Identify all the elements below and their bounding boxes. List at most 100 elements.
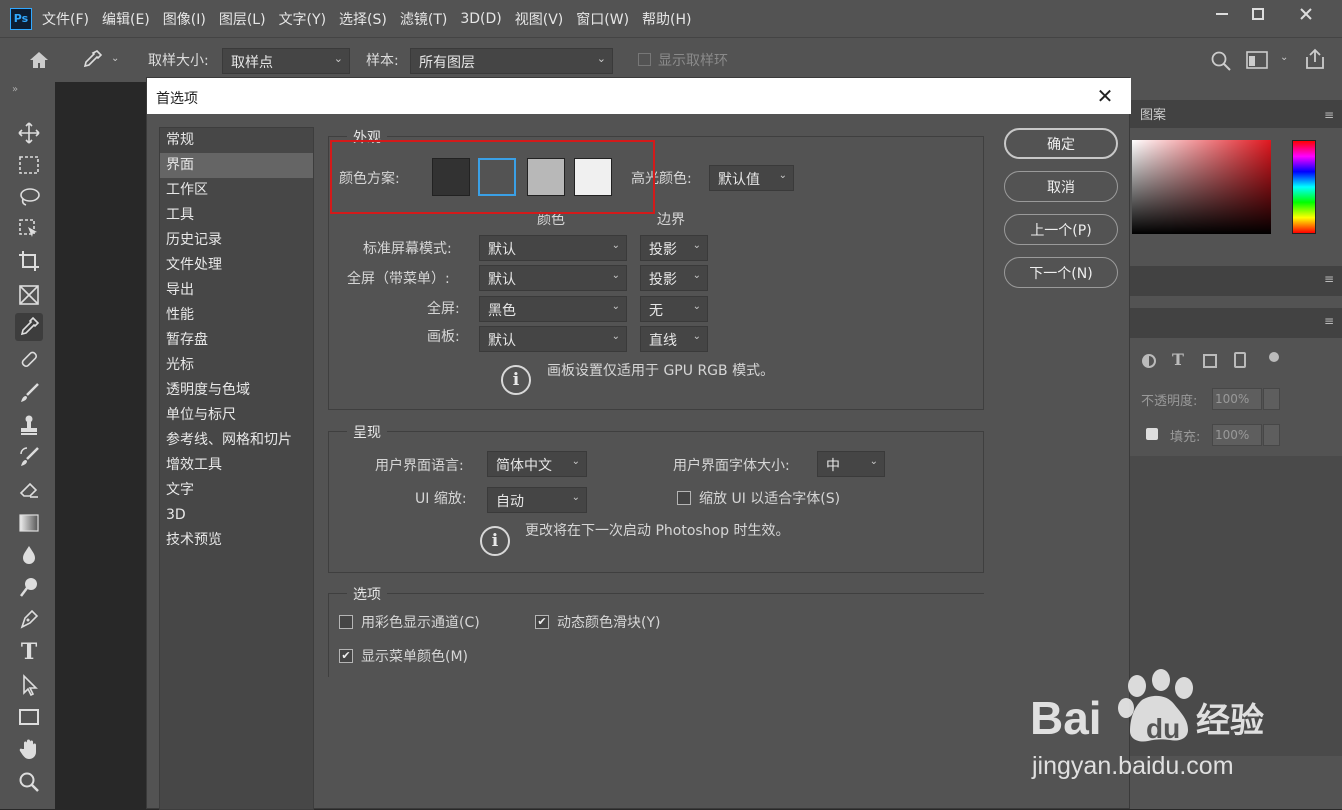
show-ring-checkbox[interactable] bbox=[638, 53, 651, 66]
panel-menu-icon[interactable]: ≡ bbox=[1324, 314, 1334, 328]
menu-layer[interactable]: 图层(L) bbox=[219, 9, 266, 29]
filter-toggle-icon[interactable] bbox=[1269, 352, 1279, 362]
blur-tool-icon[interactable] bbox=[15, 541, 43, 569]
nav-tech-preview[interactable]: 技术预览 bbox=[160, 528, 313, 553]
minimize-icon[interactable] bbox=[1207, 4, 1237, 24]
type-tool-icon[interactable]: T bbox=[15, 638, 43, 666]
nav-performance[interactable]: 性能 bbox=[160, 303, 313, 328]
color-field[interactable] bbox=[1132, 140, 1271, 234]
nav-export[interactable]: 导出 bbox=[160, 278, 313, 303]
menu-image[interactable]: 图像(I) bbox=[163, 9, 206, 29]
sample-size-select[interactable]: 取样点 ⌄ bbox=[222, 48, 350, 74]
fill-dropdown[interactable] bbox=[1263, 424, 1280, 446]
pen-tool-icon[interactable] bbox=[15, 605, 43, 633]
home-icon[interactable] bbox=[28, 50, 50, 74]
panel-menu-icon[interactable]: ≡ bbox=[1324, 272, 1334, 286]
clone-stamp-tool-icon[interactable] bbox=[15, 411, 43, 439]
opacity-input[interactable]: 100% bbox=[1212, 388, 1262, 410]
nav-plugins[interactable]: 增效工具 bbox=[160, 453, 313, 478]
standard-screen-border-select[interactable]: 投影 ⌄ bbox=[640, 235, 708, 261]
scale-ui-to-font-checkbox[interactable] bbox=[677, 491, 691, 505]
artboard-border-select[interactable]: 直线 ⌄ bbox=[640, 326, 708, 352]
nav-guides-grid[interactable]: 参考线、网格和切片 bbox=[160, 428, 313, 453]
history-brush-tool-icon[interactable] bbox=[15, 443, 43, 471]
search-icon[interactable] bbox=[1210, 50, 1232, 76]
opacity-dropdown[interactable] bbox=[1263, 388, 1280, 410]
nav-cursors[interactable]: 光标 bbox=[160, 353, 313, 378]
hue-slider[interactable] bbox=[1292, 140, 1316, 234]
rectangle-tool-icon[interactable] bbox=[15, 703, 43, 731]
menu-file[interactable]: 文件(F) bbox=[42, 9, 89, 29]
highlight-color-select[interactable]: 默认值 ⌄ bbox=[709, 165, 794, 191]
chevron-down-icon[interactable]: ⌄ bbox=[111, 53, 119, 64]
chevron-down-icon[interactable]: ⌄ bbox=[1280, 52, 1288, 63]
cancel-button[interactable]: 取消 bbox=[1004, 171, 1118, 202]
gradient-tool-icon[interactable] bbox=[15, 509, 43, 537]
move-tool-icon[interactable] bbox=[15, 119, 43, 147]
eraser-tool-icon[interactable] bbox=[15, 475, 43, 503]
expand-icon[interactable]: » bbox=[12, 84, 18, 95]
nav-tools[interactable]: 工具 bbox=[160, 203, 313, 228]
close-icon[interactable] bbox=[1291, 4, 1321, 24]
nav-3d[interactable]: 3D bbox=[160, 503, 313, 528]
color-channels-checkbox[interactable] bbox=[339, 615, 353, 629]
smart-object-filter-icon[interactable] bbox=[1234, 352, 1246, 368]
lasso-tool-icon[interactable] bbox=[15, 183, 43, 211]
nav-units-rulers[interactable]: 单位与标尺 bbox=[160, 403, 313, 428]
hand-tool-icon[interactable] bbox=[15, 735, 43, 763]
menu-select[interactable]: 选择(S) bbox=[339, 9, 387, 29]
next-button[interactable]: 下一个(N) bbox=[1004, 257, 1118, 288]
fullscreen-menu-border-select[interactable]: 投影 ⌄ bbox=[640, 265, 708, 291]
dynamic-sliders-checkbox[interactable]: ✔ bbox=[535, 615, 549, 629]
maximize-icon[interactable] bbox=[1243, 4, 1273, 24]
ok-button[interactable]: 确定 bbox=[1004, 128, 1118, 159]
dodge-tool-icon[interactable] bbox=[15, 573, 43, 601]
menu-colors-checkbox[interactable]: ✔ bbox=[339, 649, 353, 663]
fullscreen-border-select[interactable]: 无 ⌄ bbox=[640, 296, 708, 322]
share-icon[interactable] bbox=[1303, 47, 1327, 75]
fill-input[interactable]: 100% bbox=[1212, 424, 1262, 446]
previous-button[interactable]: 上一个(P) bbox=[1004, 214, 1118, 245]
nav-interface[interactable]: 界面 bbox=[160, 153, 313, 178]
close-icon[interactable]: ✕ bbox=[1093, 84, 1117, 108]
menu-edit[interactable]: 编辑(E) bbox=[102, 9, 150, 29]
crop-tool-icon[interactable] bbox=[15, 247, 43, 275]
sample-select[interactable]: 所有图层 ⌄ bbox=[410, 48, 613, 74]
adjustment-filter-icon[interactable] bbox=[1142, 354, 1156, 368]
nav-workspace[interactable]: 工作区 bbox=[160, 178, 313, 203]
nav-history[interactable]: 历史记录 bbox=[160, 228, 313, 253]
eyedropper-icon[interactable] bbox=[80, 48, 104, 76]
standard-screen-color-select[interactable]: 默认 ⌄ bbox=[479, 235, 627, 261]
type-filter-icon[interactable]: T bbox=[1172, 350, 1184, 369]
menu-type[interactable]: 文字(Y) bbox=[279, 9, 326, 29]
healing-brush-tool-icon[interactable] bbox=[15, 345, 43, 373]
ui-language-select[interactable]: 简体中文 ⌄ bbox=[487, 451, 587, 477]
menu-window[interactable]: 窗口(W) bbox=[576, 9, 629, 29]
nav-type[interactable]: 文字 bbox=[160, 478, 313, 503]
nav-scratch-disks[interactable]: 暂存盘 bbox=[160, 328, 313, 353]
brush-tool-icon[interactable] bbox=[15, 379, 43, 407]
fullscreen-color-select[interactable]: 黑色 ⌄ bbox=[479, 296, 627, 322]
menu-filter[interactable]: 滤镜(T) bbox=[400, 9, 447, 29]
nav-transparency[interactable]: 透明度与色域 bbox=[160, 378, 313, 403]
zoom-tool-icon[interactable] bbox=[15, 768, 43, 796]
menu-view[interactable]: 视图(V) bbox=[515, 9, 564, 29]
menu-3d[interactable]: 3D(D) bbox=[460, 11, 501, 27]
panel-menu-icon[interactable]: ≡ bbox=[1324, 108, 1334, 122]
menu-help[interactable]: 帮助(H) bbox=[642, 9, 691, 29]
object-selection-tool-icon[interactable] bbox=[15, 215, 43, 243]
path-selection-tool-icon[interactable] bbox=[15, 671, 43, 699]
fullscreen-menu-color-select[interactable]: 默认 ⌄ bbox=[479, 265, 627, 291]
artboard-color-select[interactable]: 默认 ⌄ bbox=[479, 326, 627, 352]
frame-tool-icon[interactable] bbox=[15, 281, 43, 309]
lock-icon[interactable] bbox=[1146, 428, 1158, 440]
nav-file-handling[interactable]: 文件处理 bbox=[160, 253, 313, 278]
marquee-tool-icon[interactable] bbox=[15, 151, 43, 179]
nav-general[interactable]: 常规 bbox=[160, 128, 313, 153]
ui-font-size-select[interactable]: 中 ⌄ bbox=[817, 451, 885, 477]
shape-filter-icon[interactable] bbox=[1203, 354, 1217, 368]
ui-scaling-select[interactable]: 自动 ⌄ bbox=[487, 487, 587, 513]
eyedropper-tool-icon[interactable] bbox=[15, 313, 43, 341]
tab-pattern[interactable]: 图案 bbox=[1140, 104, 1166, 123]
workspace-icon[interactable] bbox=[1246, 51, 1268, 73]
